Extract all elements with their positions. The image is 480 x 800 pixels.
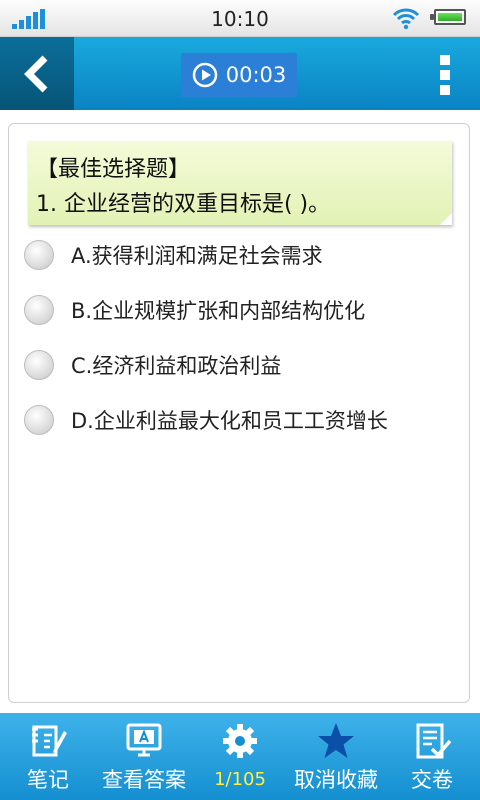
submit-button[interactable]: 交卷 — [384, 713, 480, 800]
option-c[interactable]: C.经济利益和政治利益 — [24, 347, 281, 383]
progress-counter: 1/105 — [214, 769, 266, 790]
radio-button[interactable] — [24, 240, 54, 270]
option-label: C.经济利益和政治利益 — [71, 354, 282, 378]
option-label: D.企业利益最大化和员工工资增长 — [71, 409, 388, 433]
view-answer-button[interactable]: 查看答案 — [96, 713, 192, 800]
submit-label: 交卷 — [411, 768, 453, 792]
question-text: 1. 企业经营的双重目标是( )。 — [36, 192, 331, 217]
answer-screen-icon — [126, 723, 162, 757]
option-label: B.企业规模扩张和内部结构优化 — [71, 299, 366, 323]
unfavorite-button[interactable]: 取消收藏 — [288, 713, 384, 800]
header-bar: 00:03 — [0, 37, 480, 110]
timer-button[interactable]: 00:03 — [181, 53, 297, 97]
star-icon — [318, 723, 354, 758]
settings-button[interactable]: 1/105 — [192, 713, 288, 800]
status-bar: 10:10 — [0, 0, 480, 37]
unfavorite-label: 取消收藏 — [294, 768, 378, 792]
gear-icon — [223, 724, 257, 758]
notes-icon — [32, 725, 67, 757]
battery-icon — [430, 9, 466, 25]
submit-icon — [416, 723, 452, 759]
notes-button[interactable]: 笔记 — [0, 713, 96, 800]
option-b[interactable]: B.企业规模扩张和内部结构优化 — [24, 292, 365, 328]
radio-button[interactable] — [24, 350, 54, 380]
option-label: A.获得利润和满足社会需求 — [71, 244, 323, 268]
view-answer-label: 查看答案 — [102, 768, 186, 792]
notes-label: 笔记 — [27, 768, 69, 792]
radio-button[interactable] — [24, 405, 54, 435]
option-a[interactable]: A.获得利润和满足社会需求 — [24, 237, 323, 273]
back-arrow-icon — [24, 55, 48, 92]
back-button[interactable] — [0, 37, 74, 110]
option-d[interactable]: D.企业利益最大化和员工工资增长 — [24, 402, 388, 438]
play-icon — [192, 62, 217, 88]
wifi-icon — [392, 8, 420, 30]
bottom-toolbar: 笔记 查看答案 1/105 取消收藏 交卷 — [0, 713, 480, 800]
question-type: 【最佳选择题】 — [36, 157, 191, 182]
question-box: 【最佳选择题】 1. 企业经营的双重目标是( )。 — [28, 141, 452, 225]
radio-button[interactable] — [24, 295, 54, 325]
timer-text: 00:03 — [225, 63, 287, 87]
more-vertical-icon[interactable] — [432, 55, 458, 95]
